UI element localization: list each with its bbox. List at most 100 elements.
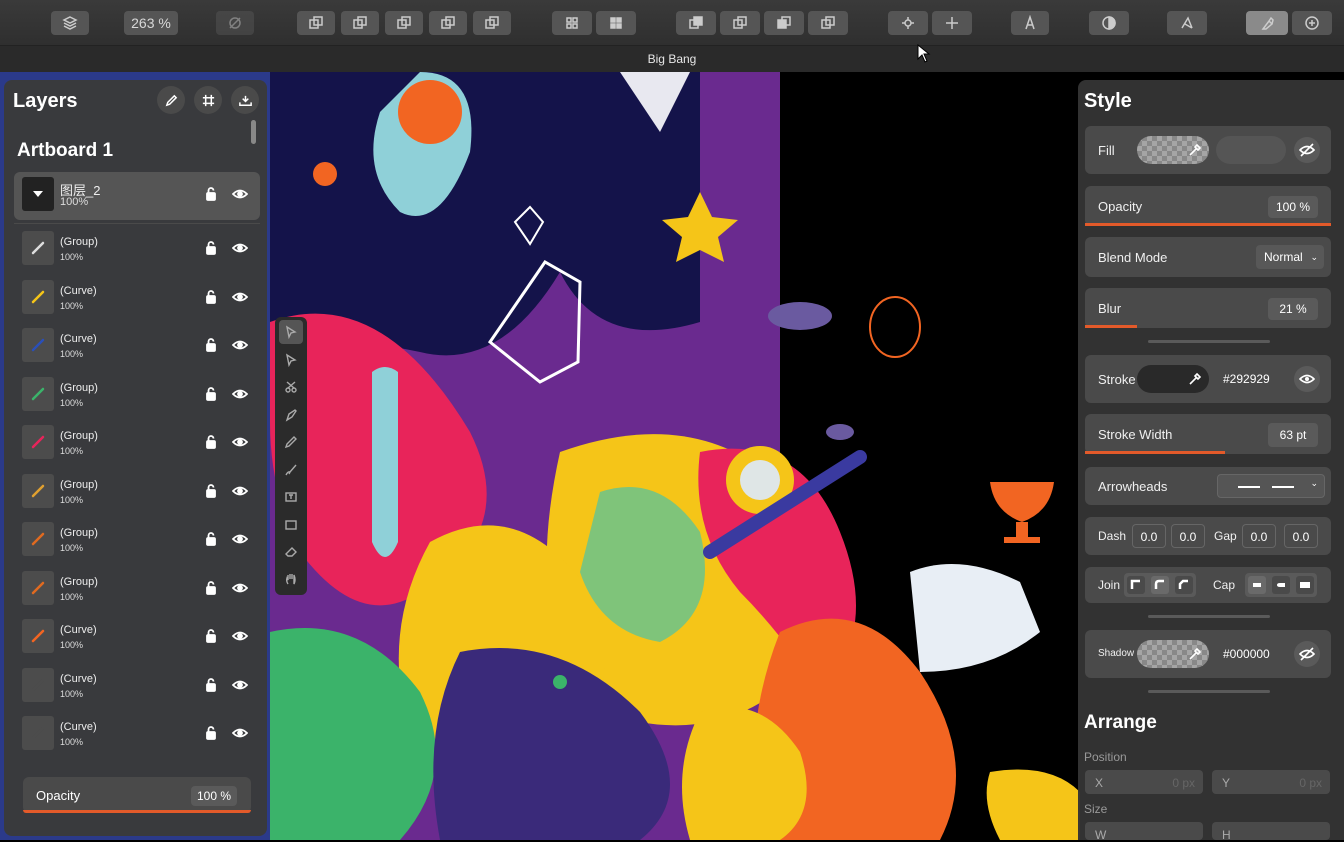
- lock-icon[interactable]: [203, 483, 219, 499]
- layer-row[interactable]: (Curve) 100%: [14, 663, 260, 709]
- layer-row-selected[interactable]: 图层_2 100%: [14, 172, 260, 220]
- x-position-field[interactable]: X 0 px: [1085, 770, 1203, 794]
- send-backward-button[interactable]: [764, 11, 804, 35]
- artboard-button[interactable]: [194, 86, 222, 114]
- layer-row[interactable]: (Group) 100%: [14, 566, 260, 612]
- hand-tool[interactable]: [279, 567, 303, 591]
- eye-icon[interactable]: [231, 337, 249, 353]
- lock-icon[interactable]: [203, 677, 219, 693]
- lock-icon[interactable]: [203, 531, 219, 547]
- width-field[interactable]: W: [1085, 822, 1203, 842]
- eye-icon[interactable]: [231, 725, 249, 741]
- gap-field-1[interactable]: 0.0: [1242, 524, 1276, 548]
- eye-icon[interactable]: [231, 483, 249, 499]
- lock-icon[interactable]: [203, 628, 219, 644]
- layer-row[interactable]: (Curve) 100%: [14, 614, 260, 660]
- dash-field-1[interactable]: 0.0: [1132, 524, 1166, 548]
- layer-row[interactable]: (Group) 100%: [14, 517, 260, 563]
- layer-row[interactable]: (Group) 100%: [14, 420, 260, 466]
- lock-icon[interactable]: [203, 386, 219, 402]
- snapping-button[interactable]: [216, 11, 254, 35]
- eye-icon[interactable]: [231, 677, 249, 693]
- eye-icon[interactable]: [231, 531, 249, 547]
- dash-field-2[interactable]: 0.0: [1171, 524, 1205, 548]
- round-join-button[interactable]: [1151, 576, 1169, 594]
- text-tool[interactable]: [279, 485, 303, 509]
- boolean-exclude-button[interactable]: [429, 11, 467, 35]
- bring-to-front-button[interactable]: [676, 11, 716, 35]
- pen-tool[interactable]: [279, 403, 303, 427]
- mask-button[interactable]: [1089, 11, 1129, 35]
- boolean-intersect-button[interactable]: [385, 11, 423, 35]
- round-cap-button[interactable]: [1272, 576, 1290, 594]
- stroke-width-value[interactable]: 63 pt: [1268, 423, 1318, 447]
- eye-icon[interactable]: [231, 240, 249, 256]
- boolean-union-button[interactable]: [297, 11, 335, 35]
- eye-icon[interactable]: [231, 289, 249, 305]
- eye-icon[interactable]: [231, 628, 249, 644]
- layers-scrollbar[interactable]: [251, 120, 256, 144]
- eye-icon[interactable]: [231, 580, 249, 596]
- blur-value[interactable]: 21 %: [1268, 298, 1318, 320]
- artboard-name[interactable]: Artboard 1: [17, 140, 113, 162]
- opacity-slider[interactable]: Opacity 100 %: [1085, 186, 1331, 226]
- lock-icon[interactable]: [203, 725, 219, 741]
- eraser-tool[interactable]: [279, 540, 303, 564]
- lock-icon[interactable]: [203, 580, 219, 596]
- edit-layers-button[interactable]: [157, 86, 185, 114]
- lock-icon[interactable]: [203, 240, 219, 256]
- align-button[interactable]: [888, 11, 928, 35]
- fill-gradient-swatch[interactable]: [1216, 136, 1286, 164]
- ungroup-button[interactable]: [596, 11, 636, 35]
- eye-icon[interactable]: [231, 186, 249, 202]
- layers-toggle-button[interactable]: [51, 11, 89, 35]
- bring-forward-button[interactable]: [720, 11, 760, 35]
- layer-row[interactable]: (Curve) 100%: [14, 323, 260, 369]
- lock-icon[interactable]: [203, 434, 219, 450]
- path-edit-button[interactable]: [1167, 11, 1207, 35]
- bevel-join-button[interactable]: [1175, 576, 1193, 594]
- miter-join-button[interactable]: [1127, 576, 1145, 594]
- shape-tool[interactable]: [279, 513, 303, 537]
- lock-icon[interactable]: [203, 289, 219, 305]
- square-cap-button[interactable]: [1296, 576, 1314, 594]
- eye-icon[interactable]: [231, 434, 249, 450]
- blend-mode-select[interactable]: Normal ⌄: [1256, 245, 1324, 269]
- scissors-tool[interactable]: [279, 375, 303, 399]
- lock-icon[interactable]: [203, 186, 219, 202]
- group-button[interactable]: [552, 11, 592, 35]
- layer-row[interactable]: (Curve) 100%: [14, 711, 260, 757]
- boolean-subtract-button[interactable]: [341, 11, 379, 35]
- select-tool[interactable]: [279, 320, 303, 344]
- eye-icon[interactable]: [231, 386, 249, 402]
- layer-opacity-slider[interactable]: Opacity 100 %: [23, 777, 251, 813]
- shadow-visibility-toggle[interactable]: [1294, 641, 1320, 667]
- shadow-hex[interactable]: #000000: [1223, 647, 1270, 661]
- fill-visibility-toggle[interactable]: [1294, 137, 1320, 163]
- gap-field-2[interactable]: 0.0: [1284, 524, 1318, 548]
- typography-button[interactable]: [1011, 11, 1049, 35]
- layer-row[interactable]: (Curve) 100%: [14, 275, 260, 321]
- layer-row[interactable]: (Group) 100%: [14, 372, 260, 418]
- opacity-value-field[interactable]: 100 %: [191, 786, 237, 806]
- style-opacity-value[interactable]: 100 %: [1268, 196, 1318, 218]
- blur-slider[interactable]: Blur 21 %: [1085, 288, 1331, 328]
- send-to-back-button[interactable]: [808, 11, 848, 35]
- brush-tool[interactable]: [279, 458, 303, 482]
- fill-eyedropper-button[interactable]: [1183, 138, 1207, 162]
- butt-cap-button[interactable]: [1248, 576, 1266, 594]
- height-field[interactable]: H: [1212, 822, 1330, 842]
- distribute-button[interactable]: [932, 11, 972, 35]
- boolean-divide-button[interactable]: [473, 11, 511, 35]
- style-panel-button[interactable]: [1246, 11, 1288, 35]
- import-button[interactable]: [231, 86, 259, 114]
- node-tool[interactable]: [279, 348, 303, 372]
- lock-icon[interactable]: [203, 337, 219, 353]
- stroke-visibility-toggle[interactable]: [1294, 366, 1320, 392]
- stroke-eyedropper-button[interactable]: [1183, 367, 1207, 391]
- zoom-level-button[interactable]: 263 %: [124, 11, 178, 35]
- stroke-width-slider[interactable]: Stroke Width 63 pt: [1085, 414, 1331, 454]
- layer-row[interactable]: (Group) 100%: [14, 469, 260, 515]
- y-position-field[interactable]: Y 0 px: [1212, 770, 1330, 794]
- add-button[interactable]: [1292, 11, 1332, 35]
